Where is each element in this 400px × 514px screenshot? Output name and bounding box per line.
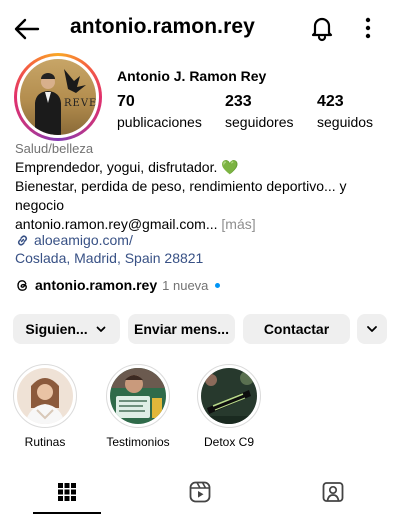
chevron-down-icon: [367, 326, 377, 332]
display-name: Antonio J. Ramon Rey: [117, 68, 267, 84]
tab-tagged[interactable]: [267, 470, 399, 514]
bell-icon: [311, 17, 333, 42]
location-link[interactable]: Coslada, Madrid, Spain 28821: [15, 250, 203, 266]
bio-line: Emprendedor, yogui, disfrutador. 💚: [15, 159, 239, 175]
profile-header: antonio.ramon.rey: [0, 0, 400, 56]
highlight-cover: [201, 368, 257, 424]
avatar: REVE: [20, 59, 96, 135]
threads-username: antonio.ramon.rey: [35, 277, 158, 293]
following-button[interactable]: Siguien...: [13, 314, 120, 344]
highlight-item[interactable]: Rutinas: [12, 364, 78, 449]
page-title: antonio.ramon.rey: [70, 15, 255, 38]
highlight-item[interactable]: Detox C9: [196, 364, 262, 449]
svg-text:REVE: REVE: [64, 98, 96, 109]
highlight-cover: [17, 368, 73, 424]
link-icon: [18, 235, 27, 245]
message-button[interactable]: Enviar mens...: [128, 314, 235, 344]
more-vertical-icon: [365, 17, 371, 39]
posts-stat[interactable]: 70 publicaciones: [117, 93, 202, 130]
bio-more-link[interactable]: [más]: [221, 216, 255, 232]
notifications-button[interactable]: [308, 14, 336, 42]
profile-category: Salud/belleza: [15, 141, 94, 156]
followers-stat[interactable]: 233 seguidores: [225, 93, 294, 130]
posts-label: publicaciones: [117, 114, 202, 130]
highlight-item[interactable]: Testimonios: [105, 364, 171, 449]
suggestions-toggle-button[interactable]: [357, 314, 387, 344]
highlight-cover-ring: [13, 364, 77, 428]
grid-icon: [58, 483, 76, 501]
unread-dot: [215, 282, 221, 288]
highlight-cover-ring: [197, 364, 261, 428]
following-label: seguidos: [317, 114, 374, 130]
highlight-label: Detox C9: [203, 435, 255, 449]
reels-icon: [189, 481, 211, 503]
following-count: 423: [317, 93, 344, 110]
followers-count: 233: [225, 93, 252, 110]
story-ring[interactable]: REVE: [14, 53, 102, 141]
tab-posts-grid[interactable]: [1, 470, 133, 514]
website-link[interactable]: aloeamigo.com/: [15, 232, 133, 248]
bio-email: antonio.ramon.rey@gmail.com...: [15, 216, 218, 232]
back-button[interactable]: [12, 14, 42, 44]
bio-line: Bienestar, perdida de peso, rendimiento …: [15, 178, 347, 213]
followers-label: seguidores: [225, 114, 294, 130]
tagged-icon: [322, 482, 344, 502]
following-stat[interactable]: 423 seguidos: [317, 93, 373, 130]
contact-button[interactable]: Contactar: [243, 314, 350, 344]
chevron-down-icon: [96, 326, 106, 332]
profile-tab-bar: [0, 470, 400, 514]
posts-count: 70: [117, 93, 135, 110]
arrow-left-icon: [14, 18, 40, 40]
more-options-button[interactable]: [358, 14, 378, 42]
highlight-label: Rutinas: [24, 435, 66, 449]
threads-badge[interactable]: antonio.ramon.rey 1 nueva: [15, 277, 221, 293]
tab-reels[interactable]: [134, 470, 266, 514]
highlight-cover: [110, 368, 166, 424]
threads-icon: [17, 279, 27, 291]
highlight-cover-ring: [106, 364, 170, 428]
highlight-label: Testimonios: [106, 435, 170, 449]
following-button-label: Siguien...: [25, 321, 88, 337]
active-tab-indicator: [33, 512, 101, 514]
website-link-text: aloeamigo.com/: [34, 232, 133, 248]
threads-new-label: 1 nueva: [162, 277, 209, 293]
